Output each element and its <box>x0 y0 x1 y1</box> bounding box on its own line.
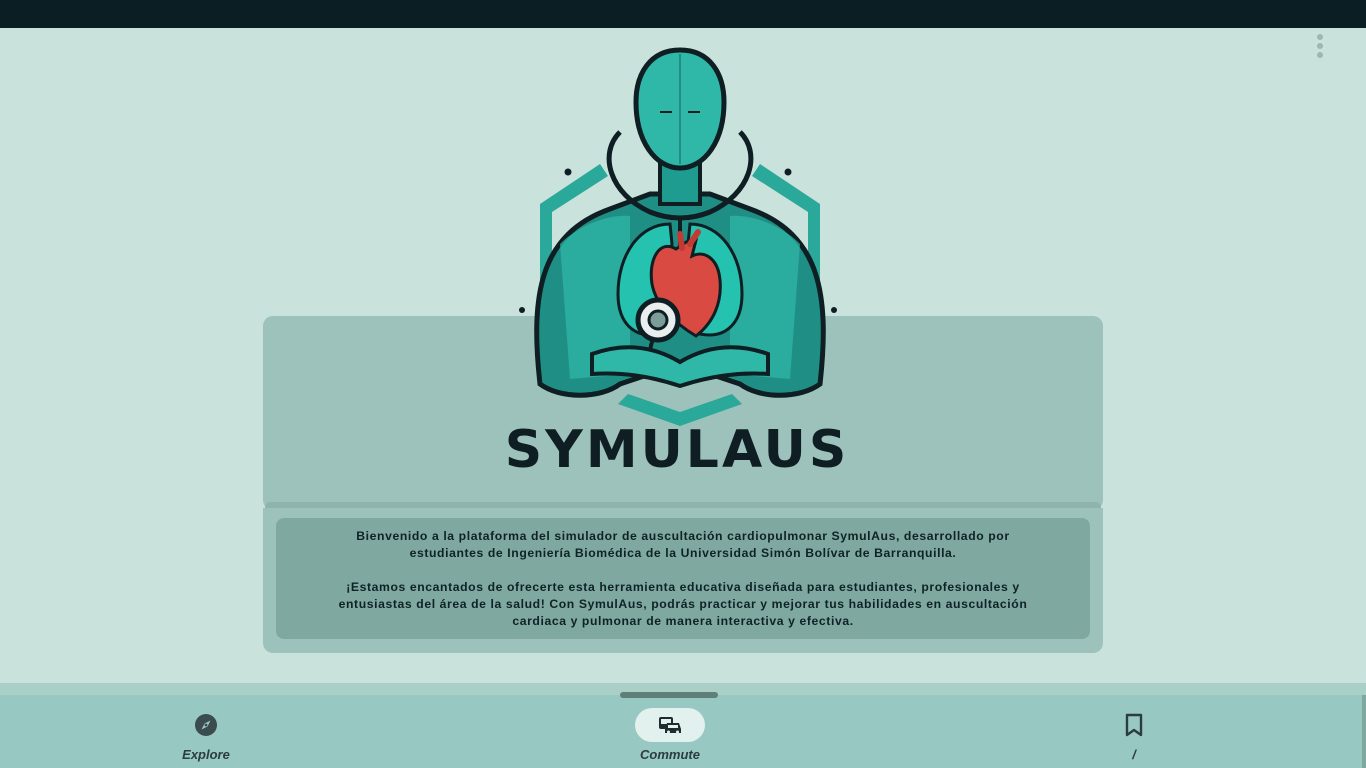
nav-icon-container <box>635 708 705 742</box>
intro-paragraph-1: Bienvenido a la plataforma del simulador… <box>356 528 1010 560</box>
compass-icon <box>195 714 217 736</box>
commute-icon <box>659 717 681 734</box>
status-bar <box>0 0 1366 28</box>
intro-paragraph-2: ¡Estamos encantados de ofrecerte esta he… <box>338 579 1028 628</box>
nav-label-saved: / <box>1132 747 1136 762</box>
symulaus-logo-illustration <box>519 47 837 426</box>
nav-label-commute: Commute <box>640 747 700 762</box>
more-vert-icon[interactable] <box>1308 30 1332 62</box>
nav-item-commute[interactable]: Commute <box>600 708 740 768</box>
nav-icon-container <box>1099 708 1169 742</box>
drag-handle[interactable] <box>620 692 718 698</box>
nav-icon-container <box>171 708 241 742</box>
intro-text-box: Bienvenido a la plataforma del simulador… <box>276 518 1090 639</box>
nav-right-edge <box>1362 695 1366 768</box>
nav-item-explore[interactable]: Explore <box>136 708 276 768</box>
nav-label-explore: Explore <box>182 747 230 762</box>
bookmark-icon <box>1125 713 1143 737</box>
brand-wordmark: SYMULAUS <box>504 420 850 480</box>
nav-item-saved[interactable]: / <box>1064 708 1204 768</box>
